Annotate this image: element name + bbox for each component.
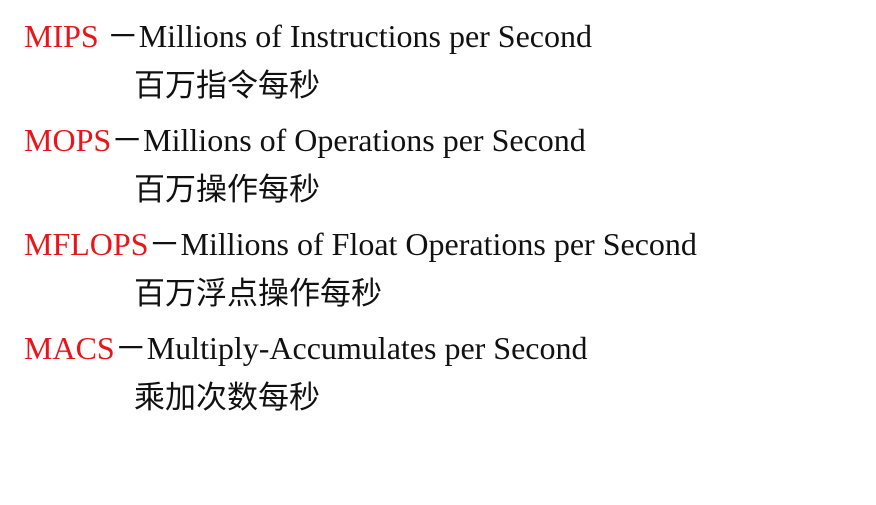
entry-macs: MACS－Multiply-Accumulates per Second 乘加次… bbox=[24, 328, 864, 418]
chinese-translation: 百万浮点操作每秒 bbox=[134, 276, 382, 312]
separator: － bbox=[148, 226, 181, 262]
entry-mops: MOPS－Millions of Operations per Second 百… bbox=[24, 120, 864, 210]
abbreviation: MFLOPS bbox=[24, 226, 149, 262]
english-description: Millions of Float Operations per Second bbox=[180, 226, 697, 262]
entry-mflops: MFLOPS－Millions of Float Operations per … bbox=[24, 224, 864, 314]
english-description: Multiply-Accumulates per Second bbox=[146, 330, 588, 366]
separator: － bbox=[111, 122, 144, 158]
term-line: MACS－Multiply-Accumulates per Second bbox=[24, 328, 864, 368]
english-description: Millions of Operations per Second bbox=[143, 122, 586, 158]
abbreviation: MIPS bbox=[24, 18, 99, 54]
chinese-translation: 乘加次数每秒 bbox=[134, 380, 320, 416]
separator: － bbox=[98, 18, 139, 54]
separator: － bbox=[114, 330, 147, 366]
abbreviation: MOPS bbox=[24, 122, 112, 158]
abbreviation: MACS bbox=[24, 330, 115, 366]
term-line: MIPS －Millions of Instructions per Secon… bbox=[24, 16, 864, 56]
term-line: MOPS－Millions of Operations per Second bbox=[24, 120, 864, 160]
chinese-translation: 百万指令每秒 bbox=[134, 68, 320, 104]
entry-mips: MIPS －Millions of Instructions per Secon… bbox=[24, 16, 864, 106]
chinese-translation: 百万操作每秒 bbox=[134, 172, 320, 208]
term-line: MFLOPS－Millions of Float Operations per … bbox=[24, 224, 864, 264]
english-description: Millions of Instructions per Second bbox=[138, 18, 592, 54]
